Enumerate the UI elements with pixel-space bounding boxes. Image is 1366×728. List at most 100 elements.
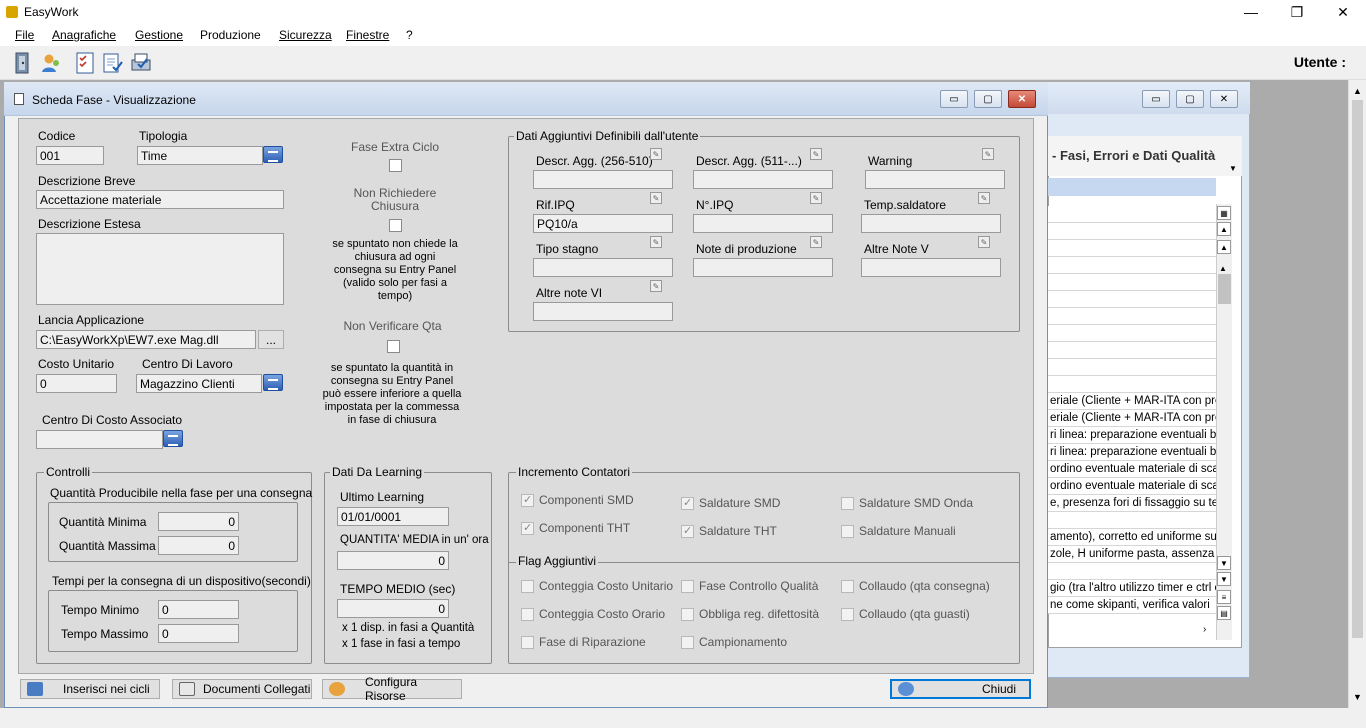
dati-agg-field-3[interactable]: PQ10/a [533,214,673,233]
dati-agg-field-2[interactable] [865,170,1005,189]
edit-note-icon[interactable]: ✎ [650,236,662,248]
ultimo-learning-field[interactable]: 01/01/0001 [337,507,449,526]
contatori-checkbox-2[interactable] [841,497,854,510]
grid-row[interactable]: amento), corretto ed uniforme supp [1048,529,1216,546]
edit-note-icon[interactable]: ✎ [810,192,822,204]
grid-row[interactable]: eriale (Cliente + MAR-ITA con prel [1048,393,1216,410]
grid-row[interactable]: ri linea: preparazione eventuali bl [1048,444,1216,461]
grid-row[interactable] [1048,240,1216,257]
edit-note-icon[interactable]: ✎ [650,192,662,204]
chiudi-button[interactable]: Chiudi [890,679,1031,699]
exit-door-icon[interactable] [10,50,36,76]
print-check-icon[interactable] [128,50,154,76]
dati-agg-field-0[interactable] [533,170,673,189]
centro-lavoro-field[interactable]: Magazzino Clienti [136,374,262,393]
menu-finestre[interactable]: Finestre [346,28,389,42]
grid-row[interactable]: e, presenza fori di fissaggio su tel [1048,495,1216,512]
quantita-media-field[interactable]: 0 [337,551,449,570]
costo-unitario-field[interactable]: 0 [36,374,117,393]
menu-file[interactable]: File [15,28,34,42]
contatori-checkbox-4[interactable] [681,524,694,538]
scroll-top-icon[interactable]: ▲ [1217,222,1231,236]
quantita-massima-field[interactable]: 0 [158,536,239,555]
flag-checkbox-5[interactable] [841,608,854,621]
bg-maximize-icon[interactable]: ▢ [1176,90,1204,108]
edit-note-icon[interactable]: ✎ [978,192,990,204]
grid-view-icon[interactable]: ▦ [1217,206,1231,220]
tipologia-field[interactable]: Time [137,146,263,165]
grid-row[interactable]: ri linea: preparazione eventuali bl [1048,427,1216,444]
lancia-applicazione-field[interactable]: C:\EasyWorkXp\EW7.exe Mag.dll [36,330,256,349]
menu-help[interactable]: ? [406,28,413,42]
dialog-minimize-icon[interactable]: ▭ [940,90,968,108]
grid-print-icon[interactable]: ▤ [1217,606,1231,620]
edit-note-icon[interactable]: ✎ [810,236,822,248]
contatori-checkbox-0[interactable] [521,493,534,507]
grid-row[interactable] [1048,206,1216,223]
inserisci-cicli-button[interactable]: Inserisci nei cicli [20,679,160,699]
descrizione-breve-field[interactable]: Accettazione materiale [36,190,284,209]
grid-list-icon[interactable]: ≡ [1217,590,1231,604]
dati-agg-field-8[interactable] [861,258,1001,277]
scroll-thumb[interactable] [1352,100,1363,638]
tempo-medio-field[interactable]: 0 [337,599,449,618]
quantita-minima-field[interactable]: 0 [158,512,239,531]
dati-agg-field-7[interactable] [693,258,833,277]
maximize-icon[interactable]: ❐ [1274,0,1320,24]
edit-note-icon[interactable]: ✎ [978,236,990,248]
grid-row[interactable]: ne come skipanti, verifica valori [1048,597,1216,614]
centro-costo-lookup-icon[interactable] [163,430,183,447]
contatori-checkbox-5[interactable] [841,525,854,538]
users-icon[interactable] [38,50,64,76]
menu-sicurezza[interactable]: Sicurezza [279,28,332,42]
browse-button[interactable]: ... [258,330,284,349]
fase-extra-checkbox[interactable] [389,159,402,172]
centro-costo-field[interactable] [36,430,163,449]
close-icon[interactable]: ✕ [1320,0,1366,24]
bg-minimize-icon[interactable]: ▭ [1142,90,1170,108]
workspace-scrollbar[interactable]: ▲ ▼ [1348,80,1366,708]
non-richiedere-checkbox[interactable] [389,219,402,232]
dati-agg-field-5[interactable] [861,214,1001,233]
tipologia-lookup-icon[interactable] [263,146,283,163]
tempo-massimo-field[interactable]: 0 [158,624,239,643]
grid-scroll-thumb[interactable] [1218,274,1231,304]
documenti-collegati-button[interactable]: Documenti Collegati [172,679,312,699]
grid-row[interactable]: zole, H uniforme pasta, assenza r [1048,546,1216,563]
grid-row[interactable] [1048,342,1216,359]
flag-checkbox-2[interactable] [841,580,854,593]
grid-row[interactable] [1048,257,1216,274]
minimize-icon[interactable]: — [1228,0,1274,24]
codice-field[interactable]: 001 [36,146,104,165]
flag-checkbox-4[interactable] [681,608,694,621]
document-check-icon[interactable] [100,50,126,76]
dati-agg-field-1[interactable] [693,170,833,189]
grid-row[interactable] [1048,563,1216,580]
grid-row[interactable] [1048,308,1216,325]
edit-note-icon[interactable]: ✎ [810,148,822,160]
grid-row[interactable] [1048,512,1216,529]
dati-agg-field-6[interactable] [533,258,673,277]
grid-row[interactable] [1048,325,1216,342]
contatori-checkbox-3[interactable] [521,521,534,535]
grid-row[interactable] [1048,274,1216,291]
scroll-bottom-icon[interactable]: ▼ [1217,572,1231,586]
grid-row[interactable] [1048,359,1216,376]
header-dropdown-icon[interactable]: ▼ [1229,164,1237,173]
centro-lavoro-lookup-icon[interactable] [263,374,283,391]
flag-checkbox-3[interactable] [521,608,534,621]
grid-row[interactable]: gio (tra l'altro utilizzo timer e ctrl c [1048,580,1216,597]
edit-note-icon[interactable]: ✎ [650,280,662,292]
configura-risorse-button[interactable]: Configura Risorse [322,675,462,703]
dati-agg-field-4[interactable] [693,214,833,233]
grid-scrollbar[interactable]: ▦ ▲ ▲ ▲ ▼ ▼ ≡ ▤ [1216,204,1232,640]
scroll-right-icon[interactable]: › [1203,624,1206,635]
scroll-up-icon[interactable]: ▲ [1353,86,1362,96]
dialog-maximize-icon[interactable]: ▢ [974,90,1002,108]
checklist-icon[interactable] [72,50,98,76]
dialog-close-icon[interactable]: ✕ [1008,90,1036,108]
non-verificare-checkbox[interactable] [387,340,400,353]
grid-row[interactable]: ordino eventuale materiale di sca [1048,461,1216,478]
grid-row[interactable] [1048,376,1216,393]
tempo-minimo-field[interactable]: 0 [158,600,239,619]
